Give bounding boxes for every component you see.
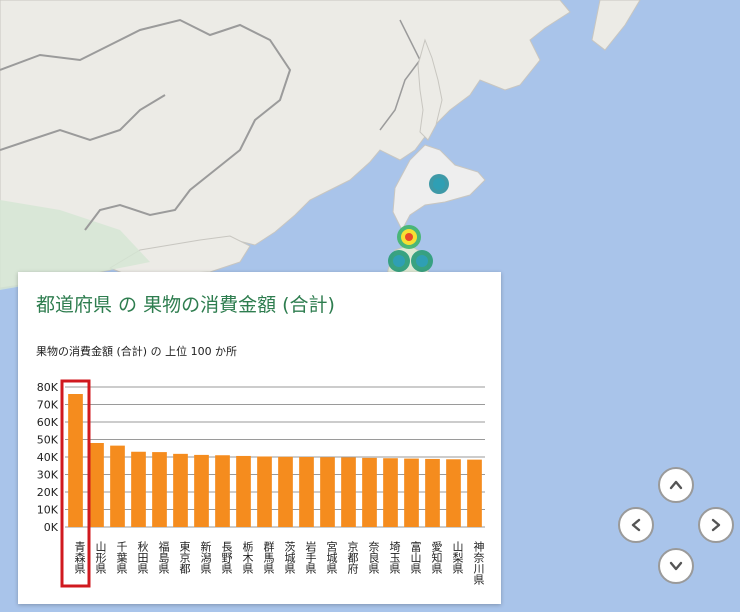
y-tick-label: 60K — [37, 416, 59, 429]
x-tick-label: 群馬県 — [262, 540, 275, 575]
x-tick-label: 栃木県 — [241, 540, 254, 575]
bar — [383, 458, 398, 527]
y-tick-label: 30K — [37, 469, 59, 482]
heat-marker-aomori[interactable] — [397, 225, 421, 249]
bar — [299, 457, 314, 527]
bar — [362, 457, 377, 527]
x-tick-label: 長野県 — [220, 541, 233, 575]
bar — [320, 457, 335, 527]
heat-marker-iwate[interactable] — [411, 250, 433, 272]
x-tick-label: 富山県 — [409, 540, 422, 575]
chevron-left-icon — [631, 518, 641, 532]
bar — [404, 458, 419, 527]
bar — [425, 458, 440, 527]
pan-down-button[interactable] — [658, 548, 694, 584]
bar — [257, 456, 272, 527]
bar — [152, 452, 167, 527]
y-tick-label: 0K — [44, 521, 59, 534]
x-tick-label: 秋田県 — [136, 540, 149, 575]
heat-marker-hokkaido[interactable] — [429, 174, 449, 194]
bar — [110, 445, 125, 527]
bar — [89, 443, 104, 527]
y-tick-label: 70K — [37, 399, 59, 412]
y-tick-label: 80K — [37, 381, 59, 394]
bar — [341, 457, 356, 527]
x-tick-label: 東京都 — [178, 541, 191, 574]
x-tick-label: 愛知県 — [430, 541, 443, 575]
bar — [215, 455, 230, 527]
bar — [467, 459, 482, 527]
x-tick-label: 福島県 — [157, 540, 170, 575]
panel-subtitle: 果物の消費金額 (合計) の 上位 100 か所 — [36, 345, 238, 358]
x-tick-label: 山梨県 — [451, 541, 464, 575]
x-tick-label: 奈良県 — [367, 540, 380, 575]
x-tick-label: 埼玉県 — [388, 540, 401, 575]
bar — [446, 459, 461, 527]
y-tick-label: 20K — [37, 486, 59, 499]
x-tick-label: 山形県 — [94, 541, 107, 575]
chevron-up-icon — [669, 480, 683, 490]
bar — [68, 394, 83, 527]
bar — [131, 451, 146, 527]
x-tick-label: 宮城県 — [325, 540, 338, 575]
x-tick-label: 千葉県 — [115, 541, 128, 575]
y-tick-label: 10K — [37, 504, 59, 517]
x-tick-label: 新潟県 — [199, 540, 212, 575]
bar — [278, 456, 293, 527]
panel-title: 都道府県 の 果物の消費金額 (合計) — [36, 294, 335, 316]
x-tick-label: 神奈川県 — [472, 540, 485, 586]
pan-right-button[interactable] — [698, 507, 734, 543]
bar — [194, 454, 209, 527]
chevron-down-icon — [669, 561, 683, 571]
x-tick-label: 青森県 — [73, 541, 86, 575]
bar-chart: 0K 10K 20K 30K 40K 50K 60K 70K 80K 青森県 山形県 千葉県 秋田県 福島… — [37, 379, 485, 588]
x-tick-label: 京都府 — [346, 540, 359, 575]
x-tick-label: 岩手県 — [304, 540, 317, 575]
heat-marker-akita[interactable] — [388, 250, 410, 272]
chart-panel: 0K 10K 20K 30K 40K 50K 60K 70K 80K 青森県 山形県 千葉県 秋田県 福島… — [18, 272, 501, 604]
pan-up-button[interactable] — [658, 467, 694, 503]
bar — [236, 455, 251, 527]
y-tick-label: 50K — [37, 434, 59, 447]
chevron-right-icon — [711, 518, 721, 532]
bar — [173, 453, 188, 527]
pan-left-button[interactable] — [618, 507, 654, 543]
y-tick-label: 40K — [37, 451, 59, 464]
x-tick-label: 茨城県 — [283, 540, 296, 575]
